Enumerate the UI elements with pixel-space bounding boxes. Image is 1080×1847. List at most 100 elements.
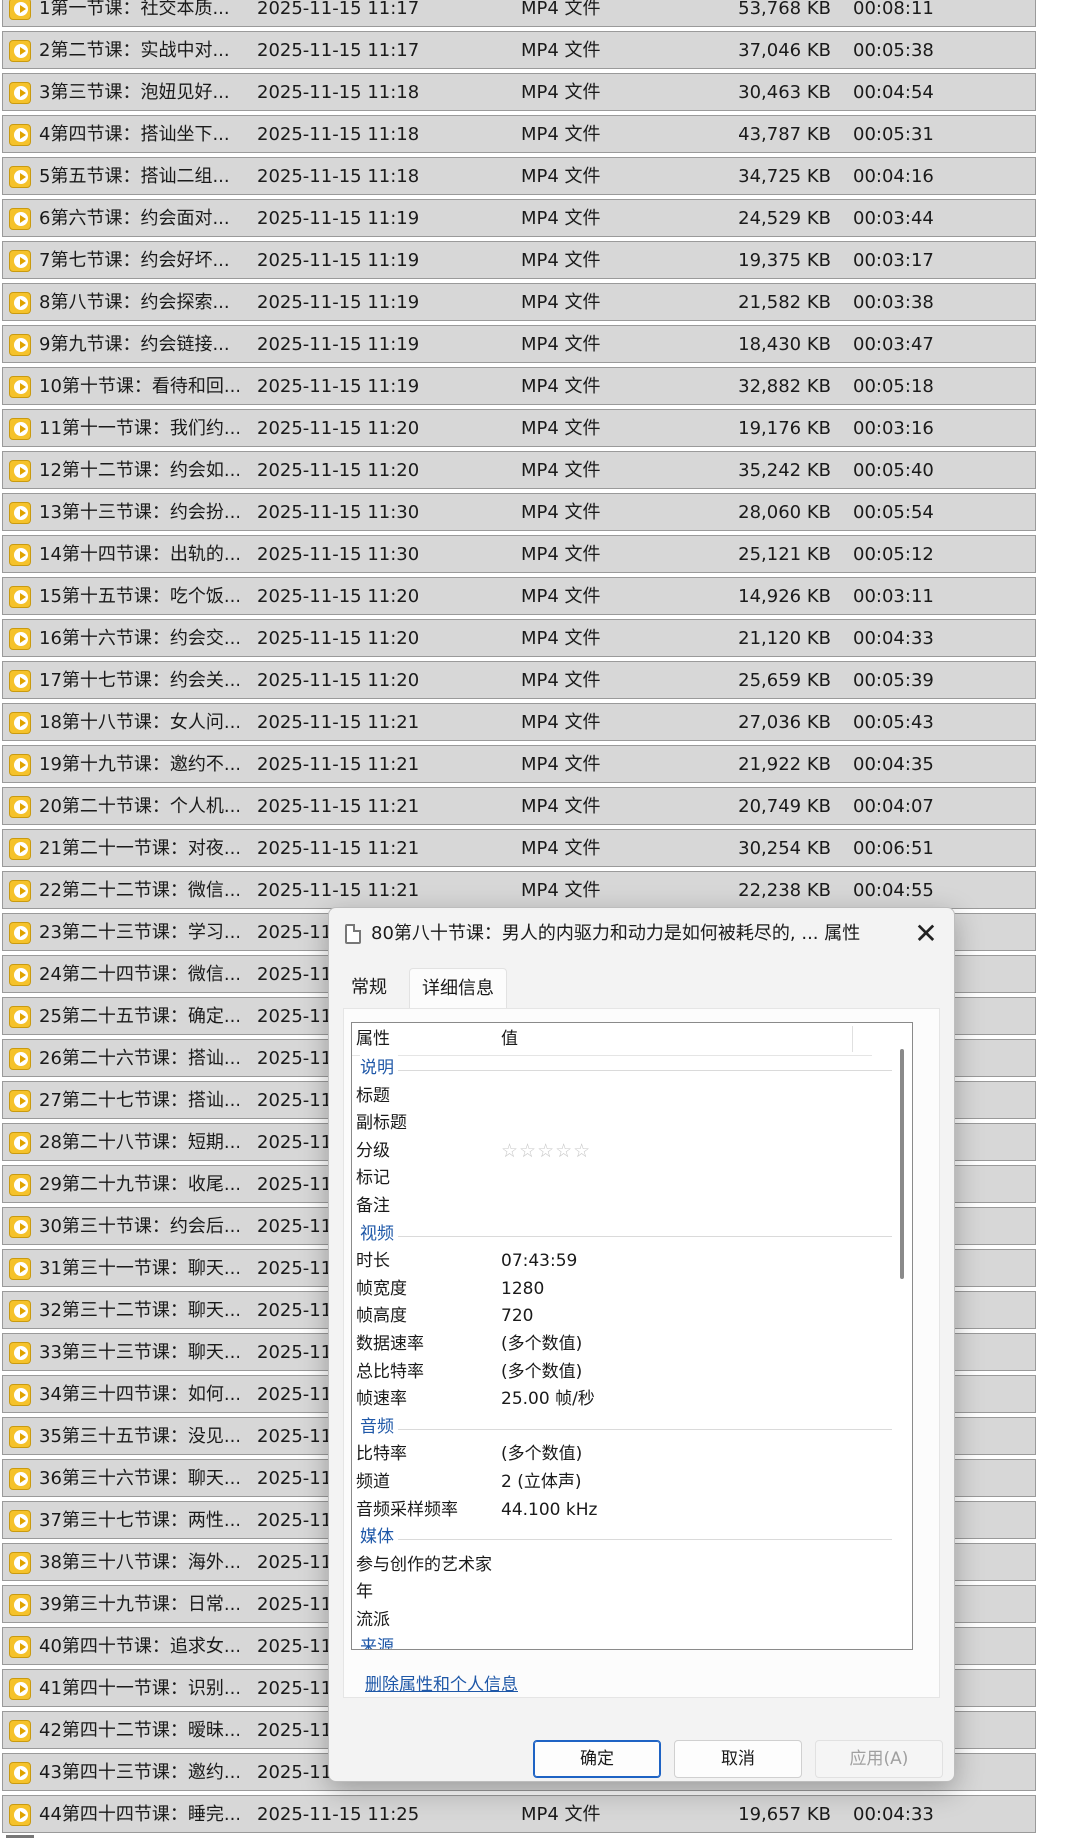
file-row[interactable]: 1第一节课：社交本质... 2025-11-15 11:17 MP4 文件 53,76… <box>2 0 1036 27</box>
file-row[interactable]: 20第二十节课：个人机... 2025-11-15 11:21 MP4 文件 20,7… <box>2 787 1036 825</box>
file-date: 2025-11-15 11:21 <box>257 712 420 733</box>
file-row[interactable]: 17第十七节课：约会关... 2025-11-15 11:20 MP4 文件 25,6… <box>2 661 1036 699</box>
remove-properties-link[interactable]: 删除属性和个人信息 <box>365 1670 518 1695</box>
file-row[interactable]: 2第二节课：实战中对... 2025-11-15 11:17 MP4 文件 37,04… <box>2 31 1036 69</box>
property-row[interactable]: 流派 <box>352 1607 892 1635</box>
file-name: 35第三十五节课：没见... <box>39 1426 239 1447</box>
file-row[interactable]: 13第十三节课：约会扮... 2025-11-15 11:30 MP4 文件 28,0… <box>2 493 1036 531</box>
apply-button[interactable]: 应用(A) <box>815 1740 943 1778</box>
property-row[interactable]: 标题 <box>352 1083 892 1111</box>
file-row[interactable]: 16第十六节课：约会交... 2025-11-15 11:20 MP4 文件 21,1… <box>2 619 1036 657</box>
video-file-icon <box>9 754 31 776</box>
file-date: 2025-11-15 11:20 <box>257 670 420 691</box>
file-row[interactable]: 12第十二节课：约会如... 2025-11-15 11:20 MP4 文件 35,2… <box>2 451 1036 489</box>
file-row[interactable]: 9第九节课：约会链接... 2025-11-15 11:19 MP4 文件 18,43… <box>2 325 1036 363</box>
section-header: 音频 <box>352 1413 892 1442</box>
property-row[interactable]: 标记 <box>352 1165 892 1193</box>
document-icon <box>345 924 361 944</box>
file-name: 44第四十四节课：睡完... <box>39 1804 239 1825</box>
video-file-icon <box>9 334 31 356</box>
tab-general[interactable]: 常规 <box>351 968 387 1008</box>
video-file-icon <box>9 1552 31 1574</box>
file-row[interactable]: 21第二十一节课：对夜... 2025-11-15 11:21 MP4 文件 30,2… <box>2 829 1036 867</box>
file-date: 2025-11-15 11:19 <box>257 334 420 355</box>
property-row[interactable]: 比特率 (多个数值) <box>352 1441 892 1469</box>
property-row[interactable]: 时长 07:43:59 <box>352 1248 892 1276</box>
property-row[interactable]: 帧宽度 1280 <box>352 1276 892 1304</box>
column-divider[interactable] <box>852 1026 853 1052</box>
property-row[interactable]: 副标题 <box>352 1110 892 1138</box>
file-duration: 00:03:47 <box>853 334 934 355</box>
file-duration: 00:04:54 <box>853 82 934 103</box>
file-size: 21,582 KB <box>738 292 831 313</box>
property-row[interactable]: 帧高度 720 <box>352 1303 892 1331</box>
property-value: (多个数值) <box>501 1333 583 1354</box>
scrollbar-thumb[interactable] <box>900 1049 904 1279</box>
video-file-icon <box>9 1006 31 1028</box>
property-row[interactable]: 备注 <box>352 1193 892 1221</box>
close-icon[interactable]: ✕ <box>906 914 946 954</box>
file-row[interactable]: 4第四节课：搭讪坐下... 2025-11-15 11:18 MP4 文件 43,78… <box>2 115 1036 153</box>
list-bottom-edge <box>6 1835 34 1847</box>
video-file-icon <box>9 40 31 62</box>
scrollbar[interactable] <box>892 1023 912 1649</box>
file-row[interactable]: 6第六节课：约会面对... 2025-11-15 11:19 MP4 文件 24,52… <box>2 199 1036 237</box>
file-row[interactable]: 44第四十四节课：睡完... 2025-11-15 11:25 MP4 文件 19,6… <box>2 1795 1036 1833</box>
file-date: 2025-11 <box>257 1216 333 1237</box>
file-date: 2025-11 <box>257 1678 333 1699</box>
file-date: 2025-11 <box>257 964 333 985</box>
file-name: 38第三十八节课：海外... <box>39 1552 239 1573</box>
file-name: 30第三十节课：约会后... <box>39 1216 239 1237</box>
property-row[interactable]: 音频采样频率 44.100 kHz <box>352 1497 892 1525</box>
cancel-button[interactable]: 取消 <box>674 1740 802 1778</box>
file-date: 2025-11 <box>257 1174 333 1195</box>
file-date: 2025-11-15 11:21 <box>257 754 420 775</box>
file-date: 2025-11-15 11:30 <box>257 502 420 523</box>
file-type: MP4 文件 <box>521 838 601 859</box>
file-name: 40第四十节课：追求女... <box>39 1636 239 1657</box>
video-file-icon <box>9 964 31 986</box>
video-file-icon <box>9 124 31 146</box>
property-row[interactable]: 总比特率 (多个数值) <box>352 1359 892 1387</box>
file-row[interactable]: 15第十五节课：吃个饭... 2025-11-15 11:20 MP4 文件 14,9… <box>2 577 1036 615</box>
file-row[interactable]: 3第三节课：泡妞见好... 2025-11-15 11:18 MP4 文件 30,46… <box>2 73 1036 111</box>
file-type: MP4 文件 <box>521 208 601 229</box>
property-name: 流派 <box>356 1609 390 1630</box>
file-duration: 00:03:16 <box>853 418 934 439</box>
file-row[interactable]: 11第十一节课：我们约... 2025-11-15 11:20 MP4 文件 19,1… <box>2 409 1036 447</box>
property-row[interactable]: 参与创作的艺术家 <box>352 1552 892 1580</box>
property-row[interactable]: 年 <box>352 1579 892 1607</box>
file-row[interactable]: 19第十九节课：邀约不... 2025-11-15 11:21 MP4 文件 21,9… <box>2 745 1036 783</box>
property-row[interactable]: 数据速率 (多个数值) <box>352 1331 892 1359</box>
video-file-icon <box>9 544 31 566</box>
file-type: MP4 文件 <box>521 376 601 397</box>
file-size: 14,926 KB <box>738 586 831 607</box>
tab-details[interactable]: 详细信息 <box>409 968 507 1009</box>
file-duration: 00:03:11 <box>853 586 934 607</box>
file-row[interactable]: 7第七节课：约会好坏... 2025-11-15 11:19 MP4 文件 19,37… <box>2 241 1036 279</box>
video-file-icon <box>9 166 31 188</box>
property-name: 年 <box>356 1582 373 1603</box>
file-name: 33第三十三节课：聊天... <box>39 1342 239 1363</box>
property-row[interactable]: 帧速率 25.00 帧/秒 <box>352 1386 892 1414</box>
file-date: 2025-11-15 11:19 <box>257 208 420 229</box>
file-type: MP4 文件 <box>521 0 601 19</box>
column-header-value[interactable]: 值 <box>501 1023 518 1055</box>
file-row[interactable]: 5第五节课：搭讪二组... 2025-11-15 11:18 MP4 文件 34,72… <box>2 157 1036 195</box>
file-row[interactable]: 14第十四节课：出轨的... 2025-11-15 11:30 MP4 文件 25,1… <box>2 535 1036 573</box>
file-type: MP4 文件 <box>521 628 601 649</box>
file-name: 17第十七节课：约会关... <box>39 670 239 691</box>
file-row[interactable]: 18第十八节课：女人问... 2025-11-15 11:21 MP4 文件 27,0… <box>2 703 1036 741</box>
file-row[interactable]: 8第八节课：约会探索... 2025-11-15 11:19 MP4 文件 21,58… <box>2 283 1036 321</box>
property-row[interactable]: 分级 ☆☆☆☆☆ <box>352 1138 892 1166</box>
column-header-property[interactable]: 属性 <box>356 1023 390 1055</box>
file-duration: 00:08:11 <box>853 0 934 19</box>
star-icon[interactable]: ☆☆☆☆☆ <box>501 1138 591 1166</box>
file-row[interactable]: 22第二十二节课：微信... 2025-11-15 11:21 MP4 文件 22,2… <box>2 871 1036 909</box>
file-row[interactable]: 10第十节课：看待和回... 2025-11-15 11:19 MP4 文件 32,8… <box>2 367 1036 405</box>
video-file-icon <box>9 292 31 314</box>
file-date: 2025-11-15 11:18 <box>257 124 420 145</box>
file-size: 28,060 KB <box>738 502 831 523</box>
property-row[interactable]: 频道 2 (立体声) <box>352 1469 892 1497</box>
ok-button[interactable]: 确定 <box>533 1740 661 1778</box>
